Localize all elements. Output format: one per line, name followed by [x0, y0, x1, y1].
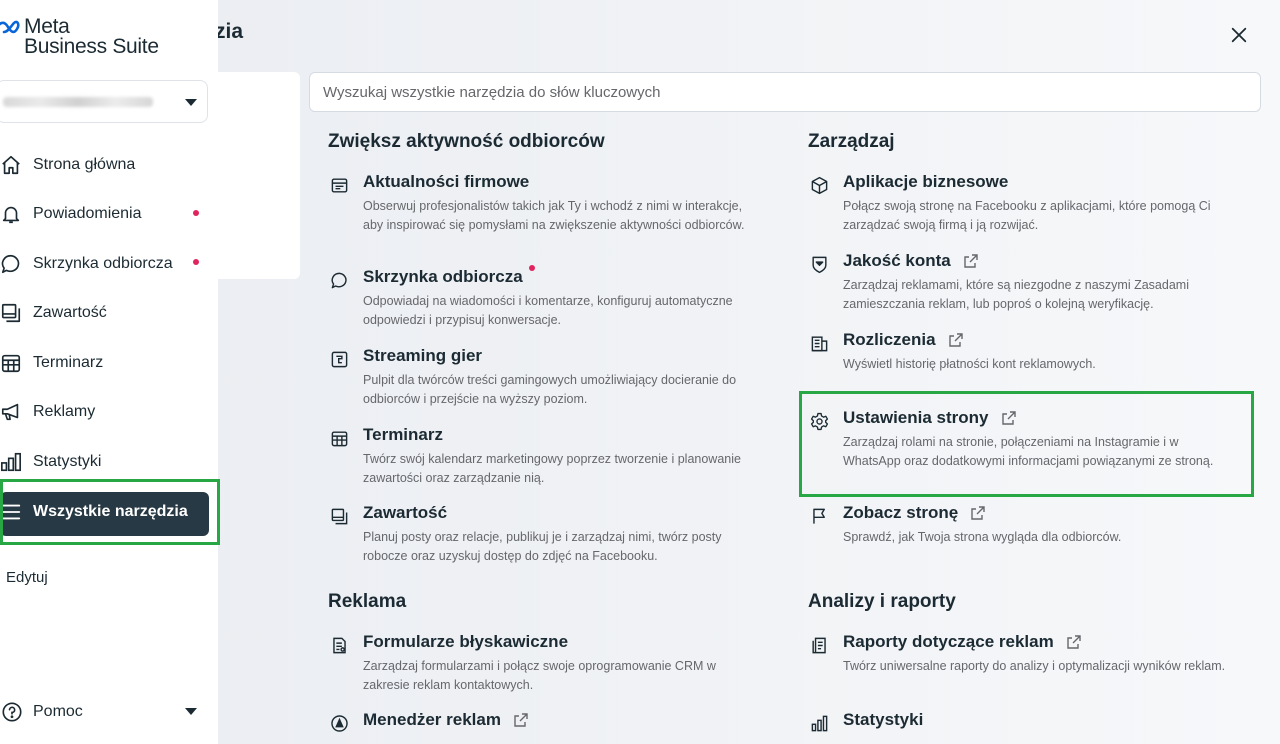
form-icon — [328, 634, 350, 656]
content-icon — [328, 505, 350, 527]
section-title-analytics: Analizy i raporty — [808, 591, 956, 612]
tool-description: Odpowiadaj na wiadomości i komentarze, k… — [363, 294, 733, 327]
calendar-icon — [0, 351, 23, 375]
tool-title: Zawartość — [363, 503, 448, 522]
sidebar-item-label: Strona główna — [33, 155, 136, 173]
external-link-icon — [514, 713, 528, 727]
chat-bubble-icon — [0, 252, 23, 276]
sidebar-item-inbox[interactable]: Skrzynka odbiorcza — [0, 239, 218, 289]
tool-title: Formularze błyskawiczne — [363, 632, 569, 651]
section-title-engagement: Zwiększ aktywność odbiorców — [328, 131, 605, 152]
sidebar-item-planner[interactable]: Terminarz — [0, 338, 218, 388]
home-icon — [0, 153, 23, 177]
tool-description: Obserwuj profesjonalistów takich jak Ty … — [363, 199, 745, 232]
close-button[interactable] — [1224, 20, 1254, 50]
bell-icon — [0, 202, 23, 226]
external-link-icon — [948, 333, 963, 347]
account-name-redacted — [3, 96, 153, 107]
section-title-ads: Reklama — [328, 591, 407, 612]
tool-title: Menedżer reklam — [363, 710, 501, 729]
tool-title: Raporty dotyczące reklam — [843, 632, 1054, 651]
tools-search-input[interactable] — [309, 72, 1261, 112]
report-icon — [808, 634, 830, 656]
tool-description: Połącz swoją stronę na Facebooku z aplik… — [843, 199, 1211, 232]
tool-description: Pulpit dla twórców treści gamingowych um… — [363, 373, 737, 406]
sidebar-item-label: Powiadomienia — [33, 205, 142, 223]
tool-description: Sprawdź, jak Twoja strona wygląda dla od… — [843, 530, 1122, 544]
tool-title: Aplikacje biznesowe — [843, 172, 1009, 191]
notification-dot — [193, 209, 199, 216]
section-title-manage: Zarządzaj — [808, 131, 895, 152]
tool-description: Planuj posty oraz relacje, publikuj je i… — [363, 530, 722, 563]
meta-business-suite-logo[interactable]: Meta Business Suite — [0, 15, 159, 58]
tool-description: Zarządzaj reklamami, które są niezgodne … — [843, 278, 1189, 311]
tool-title: Jakość konta — [843, 251, 951, 270]
help-menu[interactable]: Pomoc — [0, 696, 218, 728]
tool-title: Streaming gier — [363, 346, 483, 365]
gaming-icon — [328, 348, 350, 370]
tool-title: Statystyki — [843, 710, 924, 729]
meta-logo-icon — [0, 20, 20, 34]
help-icon — [0, 700, 24, 724]
external-link-icon — [1067, 635, 1081, 649]
sidebar-item-label: Reklamy — [33, 403, 96, 421]
sidebar-item-content[interactable]: Zawartość — [0, 289, 218, 339]
bar-chart-icon — [0, 450, 23, 474]
cube-icon — [808, 174, 830, 196]
tool-title: Aktualności firmowe — [363, 172, 530, 191]
tool-description: Twórz swój kalendarz marketingowy poprze… — [363, 452, 741, 485]
sidebar: Meta Business Suite Strona główna Powiad… — [0, 0, 218, 744]
sidebar-item-notifications[interactable]: Powiadomienia — [0, 190, 218, 240]
tool-title: Zobacz stronę — [843, 503, 959, 522]
sidebar-item-label: Skrzynka odbiorcza — [33, 254, 173, 272]
tool-description: Twórz uniwersalne raporty do analizy i o… — [843, 659, 1226, 673]
tool-title: Skrzynka odbiorcza — [363, 267, 523, 286]
flag-icon — [808, 505, 830, 527]
shield-icon — [808, 253, 830, 275]
brand-line-2: Business Suite — [24, 35, 159, 58]
caret-down-icon — [185, 99, 197, 106]
account-selector[interactable] — [0, 80, 208, 123]
notification-dot — [528, 265, 535, 271]
highlight-annotation-page-settings — [799, 391, 1254, 497]
tool-description: Zarządzaj formularzami i połącz swoje op… — [363, 659, 716, 692]
brand-line-1: Meta — [24, 15, 70, 38]
caret-down-icon — [185, 708, 197, 715]
highlight-annotation-all-tools — [0, 479, 220, 545]
notification-dot — [193, 259, 199, 265]
tool-description: Wyświetl historię płatności kont reklamo… — [843, 357, 1096, 371]
edit-link[interactable]: Edytuj — [6, 569, 48, 586]
calendar-icon — [328, 427, 350, 449]
sidebar-item-home[interactable]: Strona główna — [0, 140, 218, 190]
content-icon — [0, 301, 23, 325]
tool-title: Terminarz — [363, 425, 443, 444]
bar-chart-icon — [808, 712, 830, 734]
help-label: Pomoc — [33, 703, 83, 720]
tool-title: Rozliczenia — [843, 330, 936, 349]
news-feed-icon — [328, 174, 350, 196]
sidebar-item-ads[interactable]: Reklamy — [0, 388, 218, 438]
close-icon — [1231, 27, 1247, 43]
chat-bubble-icon — [328, 269, 350, 291]
billing-icon — [808, 332, 830, 354]
sidebar-item-label: Zawartość — [33, 304, 107, 322]
sidebar-item-label: Statystyki — [33, 452, 102, 470]
external-link-icon — [971, 506, 985, 520]
sidebar-nav: Strona główna Powiadomienia Skrzynka odb… — [0, 140, 218, 537]
ads-manager-icon — [328, 712, 350, 734]
external-link-icon — [964, 254, 978, 268]
sidebar-item-label: Terminarz — [33, 353, 104, 371]
megaphone-icon — [0, 400, 23, 424]
